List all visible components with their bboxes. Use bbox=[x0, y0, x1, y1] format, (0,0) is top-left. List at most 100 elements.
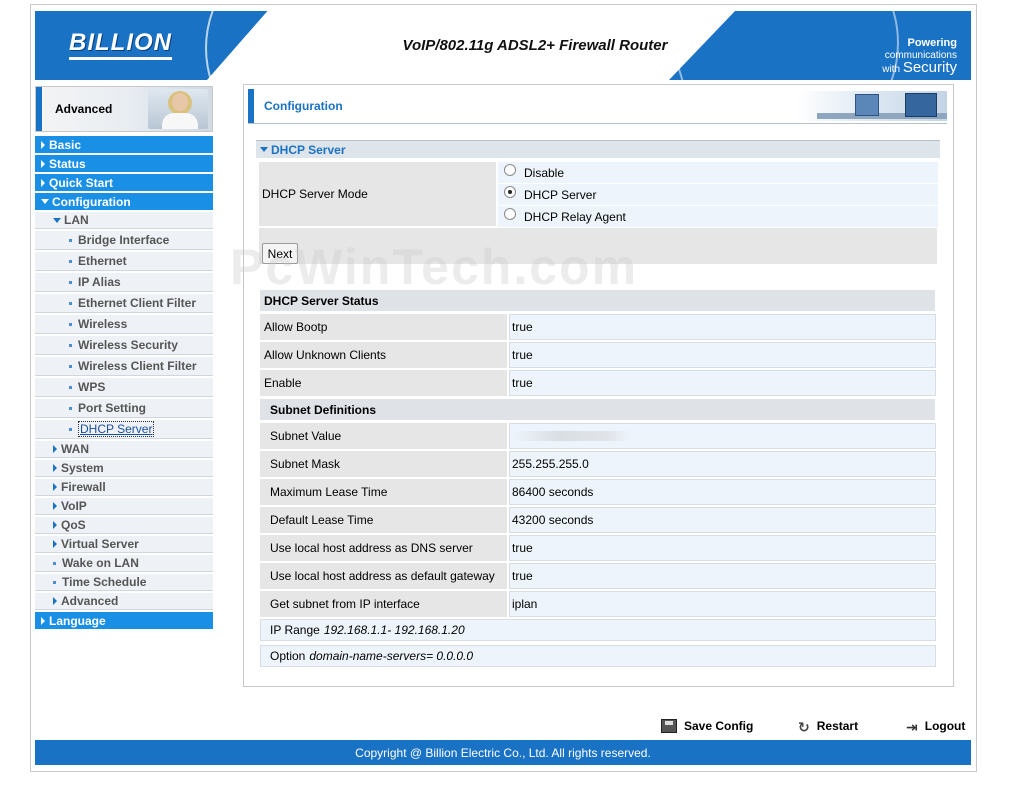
bullet-icon bbox=[69, 259, 72, 263]
option-label: DHCP Server bbox=[524, 187, 597, 202]
sidebar-item-system[interactable]: System bbox=[35, 460, 213, 477]
option-label: Disable bbox=[524, 165, 565, 180]
radio-disable[interactable] bbox=[504, 163, 516, 176]
sidebar-item-basic[interactable]: Basic bbox=[35, 136, 213, 153]
sidebar-item-time-schedule[interactable]: Time Schedule bbox=[35, 574, 213, 591]
sidebar-item-label: Ethernet bbox=[78, 254, 127, 268]
chevron-right-icon bbox=[53, 445, 57, 453]
page-title: Configuration bbox=[264, 99, 343, 113]
sidebar-nav: Basic Status Quick Start Configuration L… bbox=[35, 136, 213, 631]
next-button[interactable]: Next bbox=[262, 243, 298, 264]
row-value-redacted bbox=[509, 423, 936, 449]
chevron-right-icon bbox=[41, 178, 45, 187]
sidebar-item-label: Ethernet Client Filter bbox=[78, 296, 197, 310]
chevron-right-icon bbox=[41, 140, 45, 149]
sidebar-item-status[interactable]: Status bbox=[35, 155, 213, 172]
bullet-icon bbox=[69, 364, 72, 368]
sidebar-item-wake-on-lan[interactable]: Wake on LAN bbox=[35, 555, 213, 572]
chevron-right-icon bbox=[41, 616, 45, 625]
floppy-disk-icon bbox=[661, 719, 677, 733]
logout-button[interactable]: ⇥ Logout bbox=[906, 716, 965, 736]
sidebar-item-qos[interactable]: QoS bbox=[35, 517, 213, 534]
chevron-right-icon bbox=[53, 464, 57, 472]
sidebar-item-quick-start[interactable]: Quick Start bbox=[35, 174, 213, 191]
sidebar-item-wps[interactable]: WPS bbox=[35, 378, 213, 397]
table-row: Subnet Mask 255.255.255.0 bbox=[260, 451, 936, 477]
option-row-value: domain-name-servers= 0.0.0.0 bbox=[309, 649, 474, 663]
chevron-right-icon bbox=[53, 521, 57, 529]
sidebar-item-bridge-interface[interactable]: Bridge Interface bbox=[35, 231, 213, 250]
sidebar-item-voip[interactable]: VoIP bbox=[35, 498, 213, 515]
save-config-button[interactable]: Save Config bbox=[661, 716, 753, 736]
sidebar-item-label: WAN bbox=[61, 442, 89, 456]
sidebar-item-label: QoS bbox=[61, 518, 86, 532]
sidebar-item-label: System bbox=[61, 461, 104, 475]
sidebar-item-label: Wireless bbox=[78, 317, 128, 331]
page-title-bar: Configuration bbox=[248, 89, 947, 124]
sidebar-item-label: Port Setting bbox=[78, 401, 146, 415]
row-value: iplan bbox=[509, 591, 936, 617]
sidebar-item-ethernet-client-filter[interactable]: Ethernet Client Filter bbox=[35, 294, 213, 313]
sidebar-item-configuration[interactable]: Configuration bbox=[35, 193, 213, 210]
logout-icon: ⇥ bbox=[906, 719, 918, 735]
table-row: Default Lease Time 43200 seconds bbox=[260, 507, 936, 533]
restart-icon: ↻ bbox=[798, 719, 810, 735]
tagline: Powering communications with Security bbox=[845, 37, 957, 76]
redacted-value bbox=[512, 431, 632, 441]
sidebar-item-label: Advanced bbox=[61, 594, 119, 608]
restart-button[interactable]: ↻ Restart bbox=[798, 716, 858, 736]
portrait-image bbox=[148, 89, 208, 129]
subnet-section-title: Subnet Definitions bbox=[260, 399, 935, 420]
sidebar-item-language[interactable]: Language bbox=[35, 612, 213, 629]
row-value: true bbox=[509, 563, 936, 589]
radio-dhcp-server[interactable] bbox=[504, 185, 516, 198]
save-config-label: Save Config bbox=[684, 719, 754, 733]
sidebar-item-wireless[interactable]: Wireless bbox=[35, 315, 213, 334]
row-key: Get subnet from IP interface bbox=[260, 591, 507, 617]
monitor-icon bbox=[855, 94, 879, 116]
option-dhcp-relay-agent[interactable]: DHCP Relay Agent bbox=[498, 206, 938, 227]
sidebar-item-dhcp-server[interactable]: DHCP Server bbox=[35, 420, 213, 439]
chevron-down-icon bbox=[53, 217, 61, 223]
bullet-icon bbox=[53, 580, 56, 584]
sidebar-item-wireless-security[interactable]: Wireless Security bbox=[35, 336, 213, 355]
row-key: Use local host address as DNS server bbox=[260, 535, 507, 561]
sidebar-item-ethernet[interactable]: Ethernet bbox=[35, 252, 213, 271]
sidebar-item-label: Configuration bbox=[52, 194, 131, 209]
bullet-icon bbox=[69, 301, 72, 305]
office-banner-image bbox=[797, 91, 947, 121]
header-banner: BILLION VoIP/802.11g ADSL2+ Firewall Rou… bbox=[35, 11, 971, 80]
chevron-right-icon bbox=[41, 159, 45, 168]
header-swoosh bbox=[205, 11, 379, 80]
row-value: 86400 seconds bbox=[509, 479, 936, 505]
ip-range-value: 192.168.1.1- 192.168.1.20 bbox=[323, 623, 465, 637]
sidebar-item-ip-alias[interactable]: IP Alias bbox=[35, 273, 213, 292]
row-value: 43200 seconds bbox=[509, 507, 936, 533]
sidebar-item-wireless-client-filter[interactable]: Wireless Client Filter bbox=[35, 357, 213, 376]
sidebar-item-label[interactable]: DHCP Server bbox=[78, 421, 155, 437]
bullet-icon bbox=[69, 385, 72, 389]
option-dhcp-server[interactable]: DHCP Server bbox=[498, 184, 938, 205]
tagline-security: Security bbox=[902, 59, 957, 76]
sidebar-item-label: Status bbox=[49, 156, 86, 171]
option-disable[interactable]: Disable bbox=[498, 162, 938, 183]
sidebar-item-label: Time Schedule bbox=[62, 575, 147, 589]
radio-dhcp-relay-agent[interactable] bbox=[504, 207, 516, 220]
row-value: true bbox=[509, 535, 936, 561]
sidebar-item-virtual-server[interactable]: Virtual Server bbox=[35, 536, 213, 553]
chevron-right-icon bbox=[53, 483, 57, 491]
sidebar-item-firewall[interactable]: Firewall bbox=[35, 479, 213, 496]
sidebar-item-port-setting[interactable]: Port Setting bbox=[35, 399, 213, 418]
status-section-title: DHCP Server Status bbox=[260, 290, 935, 311]
sidebar-item-lan[interactable]: LAN bbox=[35, 212, 213, 229]
bullet-icon bbox=[69, 280, 72, 284]
sidebar-item-wan[interactable]: WAN bbox=[35, 441, 213, 458]
sidebar-item-label: Basic bbox=[49, 137, 82, 152]
bullet-icon bbox=[69, 322, 72, 326]
copyright-bar: Copyright @ Billion Electric Co., Ltd. A… bbox=[35, 740, 971, 765]
product-title: VoIP/802.11g ADSL2+ Firewall Router bbox=[402, 37, 668, 54]
sidebar-item-label: VoIP bbox=[61, 499, 87, 513]
sidebar-item-advanced[interactable]: Advanced bbox=[35, 593, 213, 610]
section-header-dhcp-server[interactable]: DHCP Server bbox=[256, 140, 940, 158]
row-key: Use local host address as default gatewa… bbox=[260, 563, 507, 589]
